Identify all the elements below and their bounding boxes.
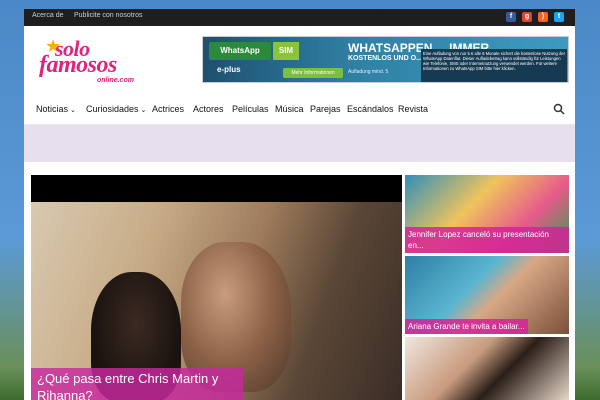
chevron-down-icon: ⌄ xyxy=(140,107,147,114)
rss-icon[interactable]: ) xyxy=(538,12,548,22)
search-icon[interactable] xyxy=(553,103,565,115)
googleplus-icon[interactable]: g xyxy=(522,12,532,22)
page: Acerca de Publicite con nosotros f g ) t… xyxy=(24,9,575,400)
hero-article[interactable]: ¿Qué pasa entre Chris Martin y Rihanna? xyxy=(31,175,402,400)
nav-label: Música xyxy=(275,104,304,114)
logo-line3: online.com xyxy=(97,77,134,84)
sidebar-article[interactable]: Jennifer Lopez canceló su presentación e… xyxy=(405,175,569,253)
nav-label: Actores xyxy=(193,104,224,114)
nav-item-parejas[interactable]: Parejas xyxy=(310,104,341,114)
featured-content: ¿Qué pasa entre Chris Martin y Rihanna? … xyxy=(31,175,569,400)
nav-label: Actrices xyxy=(152,104,185,114)
nav-item-actrices[interactable]: Actrices xyxy=(152,104,184,114)
nav-label: Noticias xyxy=(36,104,69,114)
sidebar-articles: Jennifer Lopez canceló su presentación e… xyxy=(405,175,569,400)
hero-caption[interactable]: ¿Qué pasa entre Chris Martin y Rihanna? xyxy=(31,368,243,400)
nav-item-revista[interactable]: Revista xyxy=(398,104,428,114)
nav-item-curiosidades[interactable]: Curiosidades ⌄ xyxy=(86,104,146,114)
sidebar-article-caption[interactable]: Ariana Grande te invita a bailar... xyxy=(405,319,528,334)
advertise-link[interactable]: Publicite con nosotros xyxy=(74,12,142,19)
twitter-icon[interactable]: t xyxy=(554,12,564,22)
sidebar-article-caption[interactable]: Jennifer Lopez canceló su presentación e… xyxy=(405,227,569,253)
top-banner-placeholder xyxy=(24,125,575,162)
logo-line2: famosos xyxy=(39,52,117,78)
nav-item-musica[interactable]: Música xyxy=(275,104,304,114)
ad-small-text: Aufladung mind. 5 xyxy=(348,69,389,75)
nav-label: Escándalos xyxy=(347,104,394,114)
ad-subline: KOSTENLOS UND O... xyxy=(348,55,422,62)
chevron-down-icon: ⌄ xyxy=(70,107,76,114)
main-nav: Noticias ⌄ Curiosidades ⌄ Actrices Actores… xyxy=(24,96,575,125)
whatsapp-logo: WhatsApp xyxy=(209,42,271,60)
site-header: ★ solo famosos online.com WhatsApp SIM e… xyxy=(24,26,575,96)
social-links: f g ) t xyxy=(506,12,564,22)
top-bar: Acerca de Publicite con nosotros f g ) t xyxy=(24,9,575,26)
ad-fine-print: Eine Aufladung von nur 5 € alle 6 Monate… xyxy=(421,49,567,82)
sidebar-article[interactable]: Ariana Grande te invita a bailar... xyxy=(405,256,569,334)
nav-label: Películas xyxy=(232,104,269,114)
sim-label: SIM xyxy=(273,42,299,60)
facebook-icon[interactable]: f xyxy=(506,12,516,22)
about-link[interactable]: Acerca de xyxy=(32,12,64,19)
nav-item-noticias[interactable]: Noticias ⌄ xyxy=(36,104,76,114)
ad-info-button[interactable]: Mehr Informationen xyxy=(283,68,343,78)
nav-label: Curiosidades xyxy=(86,104,139,114)
sidebar-article[interactable] xyxy=(405,337,569,400)
site-logo[interactable]: ★ solo famosos online.com xyxy=(39,36,134,86)
nav-label: Parejas xyxy=(310,104,341,114)
nav-item-peliculas[interactable]: Películas xyxy=(232,104,269,114)
nav-label: Revista xyxy=(398,104,429,114)
ad-banner[interactable]: WhatsApp SIM e-plus Mehr Informationen W… xyxy=(202,36,569,83)
nav-item-actores[interactable]: Actores xyxy=(193,104,224,114)
eplus-logo: e-plus xyxy=(217,65,241,74)
nav-item-escandalos[interactable]: Escándalos xyxy=(347,104,394,114)
